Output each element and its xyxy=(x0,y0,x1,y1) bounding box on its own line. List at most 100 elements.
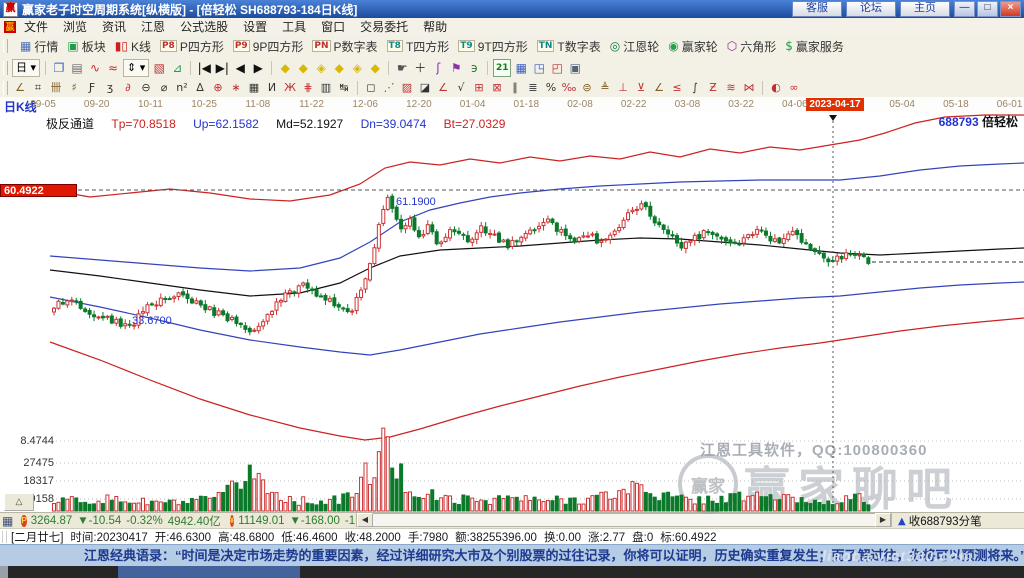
pen-tool-icon[interactable]: ∠ xyxy=(12,81,28,95)
ten-tool-icon[interactable]: ⊥ xyxy=(615,81,631,95)
calculator-icon[interactable]: ▦ xyxy=(513,60,529,76)
winner-service-button[interactable]: $ 赢家服务 xyxy=(785,38,844,55)
menu-item-窗口[interactable]: 窗口 xyxy=(321,18,345,35)
shanghai-index-icon[interactable]: P xyxy=(21,514,27,527)
red-grid-icon[interactable]: ▧ xyxy=(151,60,167,76)
gann-diamond-plus-icon[interactable]: ◆ xyxy=(331,60,347,76)
zigzag-line2-icon[interactable]: ≈ xyxy=(105,60,121,76)
menu-item-公式选股[interactable]: 公式选股 xyxy=(180,18,228,35)
ripple-tool-icon[interactable]: ≋ xyxy=(723,81,739,95)
list-panel-icon[interactable]: ▤ xyxy=(69,60,85,76)
star-tool-icon[interactable]: ∗ xyxy=(228,81,244,95)
rays-tool-icon[interactable]: ⋰ xyxy=(381,81,397,95)
gann-diamond-right-icon[interactable]: ◆ xyxy=(295,60,311,76)
k-wave-tool-icon[interactable]: И xyxy=(264,81,280,95)
levels-tool-icon[interactable]: ≣ xyxy=(525,81,541,95)
gann-wheel-button[interactable]: ◎ 江恩轮 xyxy=(610,38,660,55)
angle-tool-icon[interactable]: ∆ xyxy=(192,81,208,95)
next-bar-icon[interactable]: ▶ xyxy=(250,60,266,76)
kline-chart-area[interactable]: 江恩工具软件，QQ:100800360 赢家 赢家聊吧 极反通道 Tp=70.8… xyxy=(0,113,1024,515)
fork-tool-icon[interactable]: ⊻ xyxy=(633,81,649,95)
t-number-table-button[interactable]: TN T数字表 xyxy=(536,38,601,55)
gann-diamond-left-icon[interactable]: ◆ xyxy=(277,60,293,76)
save-disk-icon[interactable]: ◰ xyxy=(549,60,565,76)
shenzhen-index-icon[interactable]: ¥ xyxy=(229,514,235,527)
menu-item-设置[interactable]: 设置 xyxy=(243,18,267,35)
parallel-tool-icon[interactable]: ∥ xyxy=(507,81,523,95)
menu-item-文件[interactable]: 文件 xyxy=(24,18,48,35)
band-tool-icon[interactable]: ⚑ xyxy=(448,60,464,76)
menu-item-资讯[interactable]: 资讯 xyxy=(102,18,126,35)
first-bar-icon[interactable]: |◀ xyxy=(196,60,212,76)
minimize-button[interactable]: — xyxy=(954,1,975,17)
wave-tool-icon[interactable]: ∫ xyxy=(687,81,703,95)
grid-plus-tool-icon[interactable]: ⊞ xyxy=(471,81,487,95)
customer-service-button[interactable]: 客服 xyxy=(792,1,842,17)
sprout2-tool-icon[interactable]: ⋕ xyxy=(300,81,316,95)
spiral-tool-icon[interactable]: ϶ xyxy=(466,60,482,76)
f-tool-icon[interactable]: Ƒ xyxy=(84,81,100,95)
pan-hand-icon[interactable]: ☛ xyxy=(394,60,410,76)
circle-plus-tool-icon[interactable]: ⊕ xyxy=(210,81,226,95)
tally-tool-icon[interactable]: 卌 xyxy=(48,81,64,95)
save-layout-icon[interactable]: ◳ xyxy=(531,60,547,76)
gann-diamond-v-icon[interactable]: ◈ xyxy=(349,60,365,76)
infinity-icon[interactable]: ∞ xyxy=(786,81,802,95)
quotes-button[interactable]: ▦ 行情 xyxy=(20,38,58,55)
gann-diamond-h-icon[interactable]: ◈ xyxy=(313,60,329,76)
sprout-tool-icon[interactable]: Ж xyxy=(282,81,298,95)
homepage-button[interactable]: 主页 xyxy=(900,1,950,17)
scroll-left-button[interactable]: ◀ xyxy=(357,513,373,527)
hexagon-button[interactable]: ⬡ 六角形 xyxy=(727,38,777,55)
trade-cart-icon[interactable]: ▣ xyxy=(567,60,583,76)
taiji-icon[interactable]: ◐ xyxy=(768,81,784,95)
menu-item-交易委托[interactable]: 交易委托 xyxy=(360,18,408,35)
window-layout-icon[interactable]: ❐ xyxy=(51,60,67,76)
crosshair-icon[interactable]: ＋ xyxy=(412,60,428,76)
panel-expand-button[interactable]: △ xyxy=(4,493,34,511)
menu-item-帮助[interactable]: 帮助 xyxy=(423,18,447,35)
gold-tool-icon[interactable]: ⊜ xyxy=(579,81,595,95)
p9-square-button[interactable]: P9 9P四方形 xyxy=(232,38,303,55)
box-tool-icon[interactable]: ◻ xyxy=(363,81,379,95)
n2-tool-icon[interactable]: n² xyxy=(174,81,190,95)
check-tool-icon[interactable]: √ xyxy=(453,81,469,95)
fish-tool-icon[interactable]: ∂ xyxy=(120,81,136,95)
flag-icon[interactable]: ⊿ xyxy=(169,60,185,76)
grid-x-tool-icon[interactable]: ⊠ xyxy=(489,81,505,95)
fan-tool-icon[interactable]: ≤ xyxy=(669,81,685,95)
angle2-tool-icon[interactable]: ∠ xyxy=(435,81,451,95)
kline-button[interactable]: ▮▯ K线 xyxy=(115,38,151,55)
hatch-tool-icon[interactable]: ⌀ xyxy=(156,81,172,95)
curve-tool-icon[interactable]: ʃ xyxy=(430,60,446,76)
t9-square-button[interactable]: T9 9T四方形 xyxy=(458,38,528,55)
p-square-button[interactable]: P8 P四方形 xyxy=(159,38,224,55)
p-number-table-button[interactable]: PN P数字表 xyxy=(312,38,378,55)
circle-minus-tool-icon[interactable]: ⊖ xyxy=(138,81,154,95)
calendar-icon[interactable]: 21 xyxy=(493,59,512,77)
prev-bar-icon[interactable]: ◀ xyxy=(232,60,248,76)
gann-diamond-x-icon[interactable]: ◆ xyxy=(367,60,383,76)
shade-tool-icon[interactable]: ▨ xyxy=(399,81,415,95)
grid-view-icon[interactable]: ▦ xyxy=(2,514,13,528)
scale-selector[interactable]: ⇕ ▾ xyxy=(123,59,150,77)
spiral2-tool-icon[interactable]: ʒ xyxy=(102,81,118,95)
gold2-tool-icon[interactable]: ≜ xyxy=(597,81,613,95)
window-grid-tool-icon[interactable]: ▥ xyxy=(318,81,334,95)
percent-tool-icon[interactable]: % xyxy=(543,81,559,95)
corner-tool-icon[interactable]: ◪ xyxy=(417,81,433,95)
bowtie-tool-icon[interactable]: ⋈ xyxy=(741,81,757,95)
menu-item-浏览[interactable]: 浏览 xyxy=(63,18,87,35)
maximize-button[interactable]: □ xyxy=(977,1,998,17)
square-grid-tool-icon[interactable]: ▦ xyxy=(246,81,262,95)
menu-item-江恩[interactable]: 江恩 xyxy=(141,18,165,35)
zigzag-line-icon[interactable]: ∿ xyxy=(87,60,103,76)
winner-wheel-button[interactable]: ◉ 赢家轮 xyxy=(668,38,718,55)
angle3-tool-icon[interactable]: ∠ xyxy=(651,81,667,95)
menu-item-工具[interactable]: 工具 xyxy=(282,18,306,35)
close-button[interactable]: × xyxy=(1000,1,1021,17)
grid-tool-icon[interactable]: ⌗ xyxy=(30,81,46,95)
width-tool-icon[interactable]: ↹ xyxy=(336,81,352,95)
t-square-button[interactable]: T8 T四方形 xyxy=(386,38,449,55)
period-day-selector[interactable]: 日 ▾ xyxy=(12,59,41,77)
